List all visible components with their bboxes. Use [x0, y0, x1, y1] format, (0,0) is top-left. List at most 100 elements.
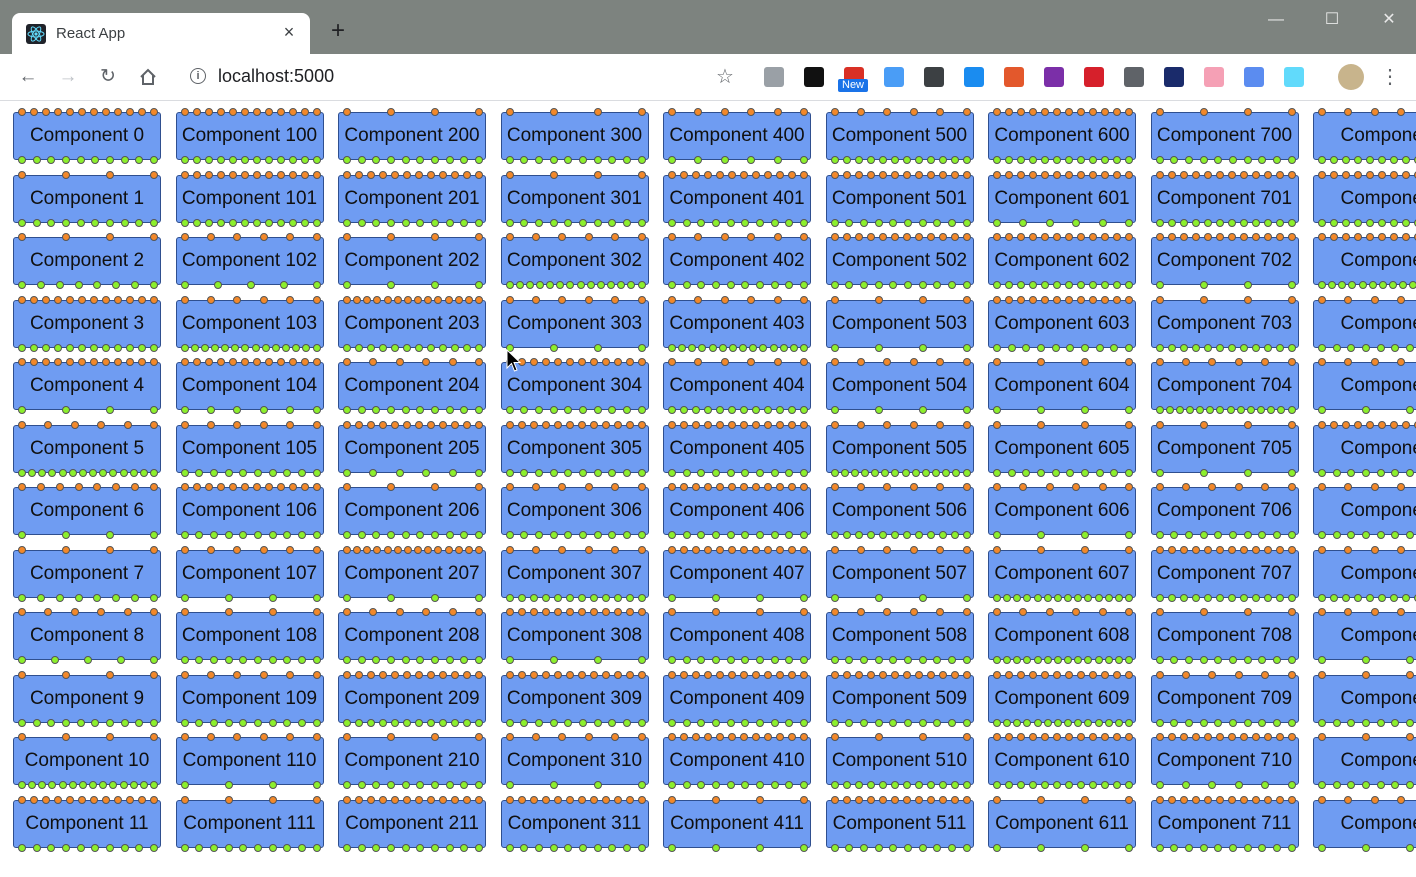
- component-node[interactable]: Component 8: [13, 608, 161, 664]
- output-port[interactable]: [889, 281, 898, 289]
- input-port[interactable]: [962, 170, 971, 179]
- input-port[interactable]: [276, 483, 285, 491]
- component-node[interactable]: Component 309: [500, 670, 649, 727]
- output-port[interactable]: [1053, 656, 1062, 664]
- input-port[interactable]: [993, 108, 1001, 116]
- input-port[interactable]: [1203, 795, 1212, 804]
- output-port[interactable]: [283, 718, 292, 727]
- input-port[interactable]: [78, 795, 86, 804]
- input-port[interactable]: [854, 233, 863, 241]
- output-port[interactable]: [918, 343, 927, 352]
- input-port[interactable]: [1081, 420, 1089, 429]
- input-port[interactable]: [740, 733, 748, 741]
- input-port[interactable]: [1005, 733, 1013, 741]
- input-port[interactable]: [752, 170, 760, 179]
- output-port[interactable]: [773, 156, 782, 164]
- output-port[interactable]: [192, 156, 201, 164]
- output-port[interactable]: [1170, 656, 1179, 664]
- output-port[interactable]: [1191, 343, 1200, 352]
- input-port[interactable]: [611, 545, 620, 554]
- output-port[interactable]: [1287, 468, 1296, 477]
- output-port[interactable]: [534, 718, 543, 727]
- input-port[interactable]: [1287, 420, 1296, 429]
- output-port[interactable]: [150, 656, 158, 664]
- input-port[interactable]: [553, 358, 562, 366]
- output-port[interactable]: [682, 781, 691, 789]
- input-port[interactable]: [993, 420, 1001, 429]
- input-port[interactable]: [126, 795, 134, 804]
- input-port[interactable]: [475, 483, 483, 491]
- output-port[interactable]: [1342, 218, 1350, 227]
- output-port[interactable]: [93, 593, 102, 602]
- output-port[interactable]: [1318, 343, 1326, 352]
- input-port[interactable]: [475, 295, 483, 304]
- output-port[interactable]: [1043, 593, 1052, 602]
- output-port[interactable]: [918, 593, 927, 602]
- output-port[interactable]: [1074, 718, 1083, 727]
- output-port[interactable]: [1167, 343, 1176, 352]
- input-port[interactable]: [150, 233, 158, 241]
- output-port[interactable]: [800, 593, 808, 602]
- output-port[interactable]: [38, 468, 47, 477]
- output-port[interactable]: [1170, 531, 1179, 539]
- input-port[interactable]: [475, 795, 483, 804]
- output-port[interactable]: [1406, 718, 1414, 727]
- output-port[interactable]: [1354, 156, 1362, 164]
- input-port[interactable]: [18, 233, 26, 241]
- output-port[interactable]: [712, 843, 720, 852]
- output-port[interactable]: [1261, 781, 1270, 789]
- input-port[interactable]: [584, 295, 593, 304]
- output-port[interactable]: [192, 218, 201, 227]
- output-port[interactable]: [1275, 218, 1284, 227]
- output-port[interactable]: [32, 156, 41, 164]
- component-node[interactable]: Component 504: [825, 358, 974, 414]
- input-port[interactable]: [343, 733, 351, 741]
- input-port[interactable]: [902, 170, 911, 179]
- input-port[interactable]: [252, 483, 261, 491]
- output-port[interactable]: [1263, 593, 1272, 602]
- input-port[interactable]: [395, 608, 404, 616]
- input-port[interactable]: [788, 483, 796, 491]
- output-port[interactable]: [372, 406, 381, 414]
- output-port[interactable]: [55, 281, 64, 289]
- input-port[interactable]: [584, 483, 593, 491]
- output-port[interactable]: [475, 593, 483, 602]
- input-port[interactable]: [1397, 795, 1406, 804]
- output-port[interactable]: [830, 156, 839, 164]
- output-port[interactable]: [18, 281, 26, 289]
- component-node[interactable]: Component 410: [663, 733, 811, 789]
- output-port[interactable]: [1378, 593, 1386, 602]
- input-port[interactable]: [180, 420, 189, 429]
- input-port[interactable]: [611, 733, 620, 741]
- output-port[interactable]: [1051, 343, 1060, 352]
- output-port[interactable]: [1376, 468, 1385, 477]
- output-port[interactable]: [903, 843, 912, 852]
- output-port[interactable]: [120, 218, 129, 227]
- output-port[interactable]: [854, 531, 863, 539]
- output-port[interactable]: [224, 531, 233, 539]
- input-port[interactable]: [1263, 795, 1272, 804]
- input-port[interactable]: [842, 233, 851, 241]
- output-port[interactable]: [720, 156, 729, 164]
- input-port[interactable]: [993, 608, 1001, 616]
- hash-icon[interactable]: [1164, 67, 1184, 87]
- component-node[interactable]: Component 701: [1150, 170, 1299, 227]
- input-port[interactable]: [740, 420, 748, 429]
- input-port[interactable]: [343, 795, 351, 804]
- output-port[interactable]: [1406, 843, 1414, 852]
- input-port[interactable]: [918, 295, 927, 304]
- output-port[interactable]: [637, 781, 646, 789]
- output-port[interactable]: [1064, 718, 1073, 727]
- maximize-button[interactable]: ☐: [1320, 10, 1344, 30]
- output-port[interactable]: [1214, 843, 1223, 852]
- input-port[interactable]: [431, 108, 439, 116]
- output-port[interactable]: [1167, 218, 1176, 227]
- output-port[interactable]: [830, 281, 839, 289]
- input-port[interactable]: [914, 170, 923, 179]
- output-port[interactable]: [741, 656, 750, 664]
- output-port[interactable]: [240, 156, 249, 164]
- output-port[interactable]: [1043, 718, 1052, 727]
- input-port[interactable]: [206, 545, 215, 554]
- input-port[interactable]: [800, 670, 808, 679]
- output-port[interactable]: [264, 156, 273, 164]
